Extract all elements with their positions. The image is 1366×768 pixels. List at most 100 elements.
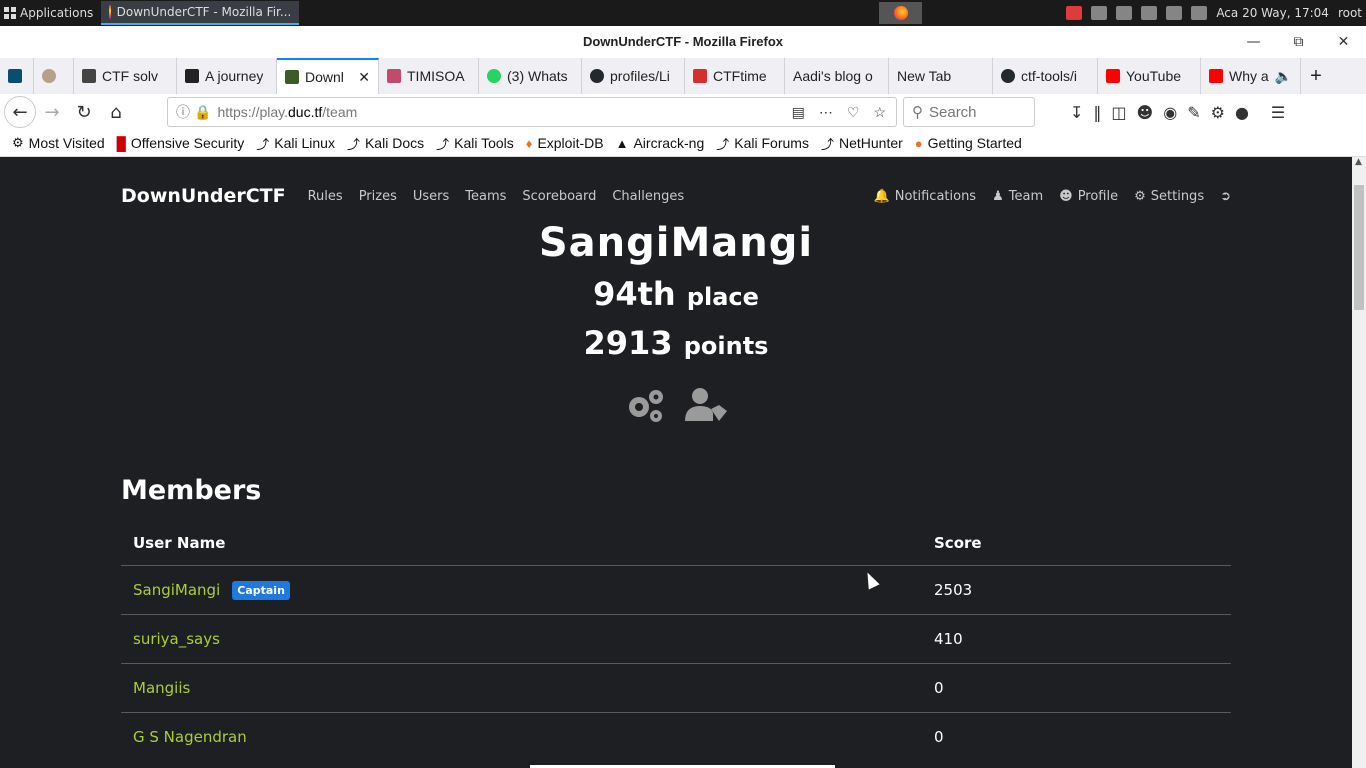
notification-icon[interactable]: [1191, 6, 1208, 20]
reload-button[interactable]: ↻: [68, 96, 100, 128]
tab-label: Downl: [305, 69, 344, 85]
nav-notifications[interactable]: 🔔 Notifications: [874, 189, 977, 204]
nav-profile[interactable]: ☻ Profile: [1059, 189, 1118, 204]
scroll-up-icon[interactable]: ▲: [1355, 157, 1362, 167]
extension-pen-icon[interactable]: ✎: [1187, 103, 1200, 122]
bookmark-kali-tools[interactable]: ⤴ Kali Tools: [436, 134, 514, 153]
users-icon: ♟: [992, 188, 1004, 204]
extension-icon[interactable]: ◉: [1163, 103, 1177, 122]
nav-challenges[interactable]: Challenges: [612, 189, 684, 204]
clock[interactable]: Aca 20 Way, 17:04: [1216, 6, 1329, 20]
wifi-icon[interactable]: [1116, 6, 1133, 20]
tab-0[interactable]: [0, 58, 34, 94]
tab-close-icon[interactable]: ✕: [358, 69, 370, 86]
table-row: Mangiis 0: [121, 663, 1231, 712]
tab-8[interactable]: CTFtime: [685, 58, 785, 94]
cogs-icon: ⚙: [1134, 188, 1146, 204]
extension-badge-icon[interactable]: ⚙: [1211, 103, 1225, 122]
nav-team[interactable]: ♟ Team: [992, 189, 1043, 204]
nav-users[interactable]: Users: [413, 189, 449, 204]
tab-12[interactable]: YouTube: [1098, 58, 1201, 94]
bookmark-aircrack-ng[interactable]: ▲ Aircrack-ng: [616, 135, 705, 151]
library-icon[interactable]: ‖: [1093, 103, 1101, 122]
page-actions-icon[interactable]: ⋯: [819, 104, 833, 121]
window-title: DownUnderCTF - Mozilla Firefox: [0, 26, 1366, 58]
url-bar[interactable]: ⓘ 🔒 https://play. duc.tf/team ▤ ⋯ ♡ ☆: [167, 97, 897, 127]
logout-icon[interactable]: ➲: [1220, 189, 1231, 204]
tab-label: TIMISOA: [407, 68, 465, 84]
tab-13[interactable]: Why a 🔈: [1201, 58, 1301, 94]
workspace-switcher[interactable]: [879, 2, 922, 24]
tab-2[interactable]: CTF solv: [74, 58, 177, 94]
member-link[interactable]: G S Nagendran: [133, 728, 247, 746]
bookmark-exploit-db[interactable]: ♦ Exploit-DB: [526, 135, 604, 151]
bookmark-label: Kali Linux: [274, 135, 335, 151]
tab-5[interactable]: TIMISOA: [379, 58, 479, 94]
reader-view-icon[interactable]: ▤: [792, 104, 805, 121]
team-header: SangiMangi 94th place 2913 points: [0, 215, 1352, 423]
bookmark-most-visited[interactable]: ⚙ Most Visited: [12, 135, 105, 151]
sidebar-icon[interactable]: ◫: [1111, 103, 1126, 122]
account-icon[interactable]: ☻: [1137, 103, 1154, 122]
tab-7[interactable]: profiles/Li: [582, 58, 685, 94]
table-row: SangiMangi Captain 2503: [121, 565, 1231, 614]
gear-icon: ⚙: [12, 135, 24, 150]
vertical-scrollbar[interactable]: ▲: [1352, 157, 1366, 768]
tab-1[interactable]: [34, 58, 74, 94]
nav-scoreboard[interactable]: Scoreboard: [522, 189, 596, 204]
home-button[interactable]: ⌂: [100, 96, 132, 128]
bookmark-kali-forums[interactable]: ⤴ Kali Forums: [716, 134, 809, 153]
bookmark-kali-linux[interactable]: ⤴ Kali Linux: [256, 134, 335, 153]
scrollbar-thumb[interactable]: [1354, 185, 1364, 310]
applications-menu[interactable]: Applications: [0, 0, 101, 26]
lock-icon[interactable]: 🔒: [194, 104, 211, 121]
user-name[interactable]: root: [1338, 6, 1362, 20]
tab-3[interactable]: A journey: [177, 58, 277, 94]
team-captain-icon[interactable]: [685, 387, 729, 423]
menu-icon[interactable]: ☰: [1271, 103, 1285, 122]
github-icon: [590, 69, 604, 83]
battery-icon[interactable]: [1091, 6, 1108, 20]
tab-4-active[interactable]: Downl ✕: [277, 58, 379, 94]
nav-teams[interactable]: Teams: [465, 189, 506, 204]
volume-icon[interactable]: [1141, 6, 1158, 20]
team-settings-icon[interactable]: [623, 387, 667, 423]
back-button[interactable]: ←: [4, 96, 36, 128]
git-icon[interactable]: [1066, 6, 1083, 20]
close-icon[interactable]: ✕: [1321, 26, 1366, 58]
member-link[interactable]: Mangiis: [133, 679, 190, 697]
nav-settings[interactable]: ⚙ Settings: [1134, 189, 1204, 204]
bookmark-nethunter[interactable]: ⤴ NetHunter: [821, 134, 903, 153]
taskbar-firefox-window[interactable]: DownUnderCTF - Mozilla Fir...: [101, 1, 300, 25]
bookmark-offensive-security[interactable]: █ Offensive Security: [117, 135, 245, 151]
bookmark-label: Most Visited: [28, 135, 105, 151]
site-brand[interactable]: DownUnderCTF: [121, 185, 286, 207]
firefox-icon: [893, 6, 908, 20]
url-prefix: https://play.: [217, 104, 288, 120]
info-icon[interactable]: ⓘ: [176, 102, 190, 122]
bookmark-star-icon[interactable]: ☆: [873, 104, 886, 121]
member-score: 410: [934, 630, 963, 648]
speaker-icon[interactable]: 🔈: [1275, 68, 1292, 85]
search-input[interactable]: ⚲ Search: [903, 97, 1035, 127]
minimize-icon[interactable]: —: [1231, 26, 1276, 58]
applications-icon: [4, 7, 16, 19]
power-icon[interactable]: [1166, 6, 1183, 20]
tab-11[interactable]: ctf-tools/i: [993, 58, 1098, 94]
new-tab-button[interactable]: +: [1301, 65, 1331, 88]
download-icon[interactable]: ↧: [1070, 103, 1083, 122]
bookmark-kali-docs[interactable]: ⤴ Kali Docs: [347, 134, 424, 153]
tab-label: YouTube: [1126, 68, 1182, 84]
cookie-icon[interactable]: ●: [1235, 103, 1249, 122]
tab-9[interactable]: Aadi's blog o: [785, 58, 889, 94]
forward-button[interactable]: →: [36, 96, 68, 128]
tab-6[interactable]: (3) Whats: [479, 58, 582, 94]
member-link[interactable]: suriya_says: [133, 630, 220, 648]
nav-rules[interactable]: Rules: [308, 189, 343, 204]
pocket-icon[interactable]: ♡: [847, 104, 860, 121]
nav-prizes[interactable]: Prizes: [359, 189, 397, 204]
member-link[interactable]: SangiMangi: [133, 581, 220, 599]
bookmark-getting-started[interactable]: ● Getting Started: [915, 135, 1022, 151]
restore-icon[interactable]: ⧉: [1276, 26, 1321, 58]
tab-10[interactable]: New Tab: [889, 58, 993, 94]
